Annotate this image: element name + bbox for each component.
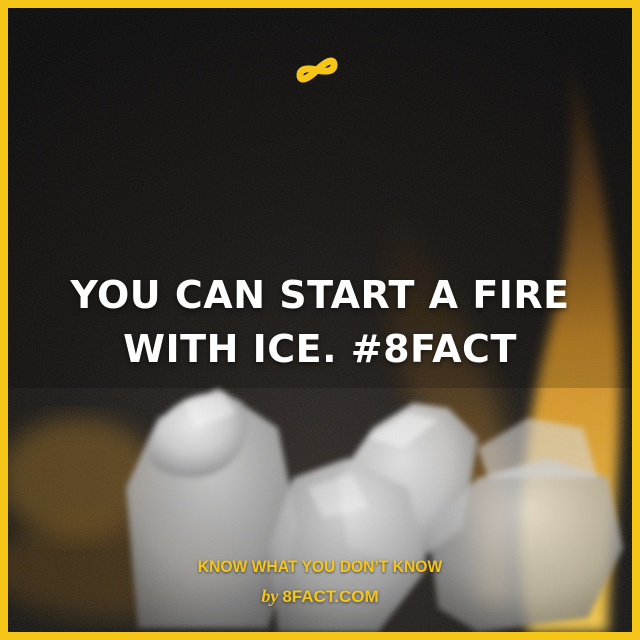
byline: by 8FACT.COM — [8, 585, 632, 608]
headline-line-1: YOU CAN START A FIRE — [70, 273, 570, 317]
byline-by: by — [261, 586, 279, 606]
infinity-8-logo-icon — [296, 57, 338, 83]
ice-and-fire-photo — [8, 8, 632, 632]
fact-card: YOU CAN START A FIRE WITH ICE. #8FACT KN… — [0, 0, 640, 640]
headline-line-2: WITH ICE. #8FACT — [123, 327, 517, 371]
site-link[interactable]: 8FACT.COM — [282, 587, 378, 606]
tagline: KNOW WHAT YOU DON’T KNOW — [197, 557, 443, 576]
